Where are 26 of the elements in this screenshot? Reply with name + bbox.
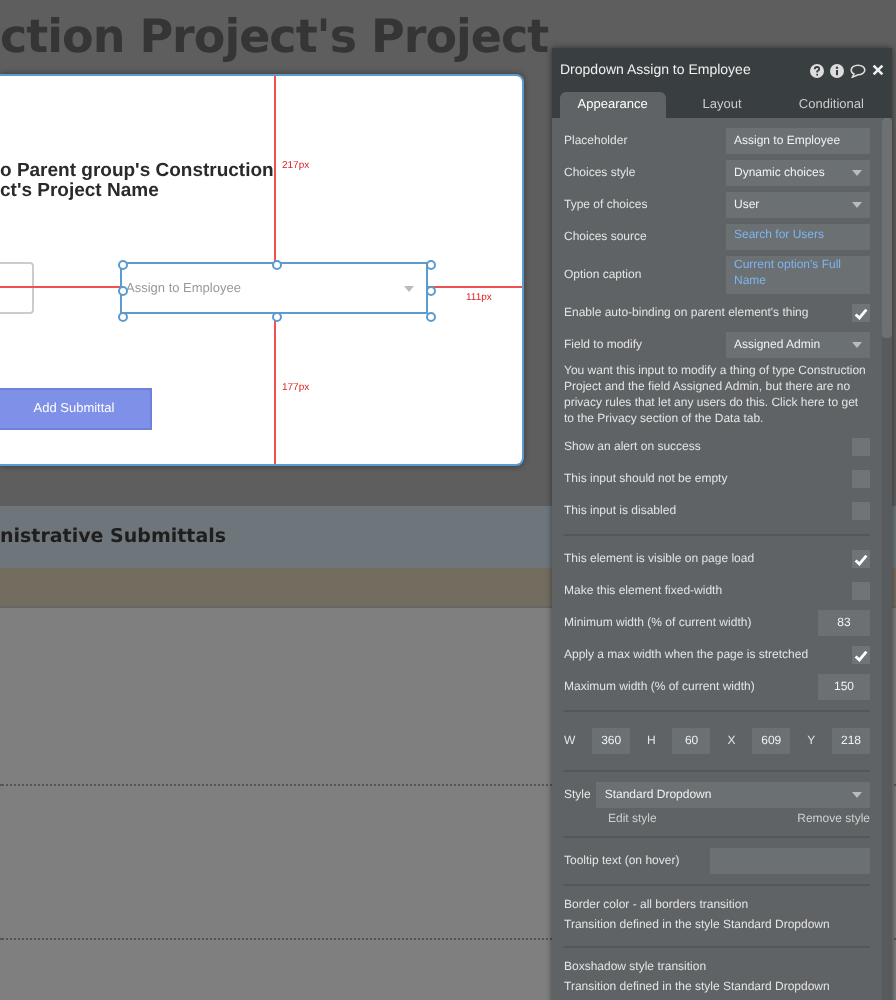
caret-icon	[404, 285, 414, 291]
resize-handle[interactable]	[426, 312, 436, 322]
section-title: nistrative Submittals	[0, 526, 227, 548]
popup-heading: o Parent group's Construction	[0, 162, 274, 182]
resize-handle[interactable]	[272, 312, 282, 322]
resize-handle[interactable]	[426, 286, 436, 296]
checkbox[interactable]	[852, 646, 870, 664]
scrollbar[interactable]	[882, 118, 892, 1000]
help-icon[interactable]	[810, 63, 824, 77]
caret-icon	[852, 202, 862, 208]
checkbox[interactable]	[852, 550, 870, 568]
resize-handle[interactable]	[118, 260, 128, 270]
guide-line	[0, 286, 120, 288]
resize-handle[interactable]	[426, 260, 436, 270]
info-icon[interactable]	[830, 63, 844, 77]
resize-handle[interactable]	[272, 260, 282, 270]
guide-line	[428, 286, 522, 288]
popup-heading: ct's Project Name	[0, 182, 161, 202]
caret-icon	[852, 792, 862, 798]
caret-icon	[852, 170, 862, 176]
resize-handle[interactable]	[118, 286, 128, 296]
resize-handle[interactable]	[118, 312, 128, 322]
comment-icon[interactable]	[850, 63, 866, 77]
close-icon[interactable]	[872, 64, 884, 76]
checkbox[interactable]	[852, 304, 870, 322]
caret-icon	[852, 342, 862, 348]
